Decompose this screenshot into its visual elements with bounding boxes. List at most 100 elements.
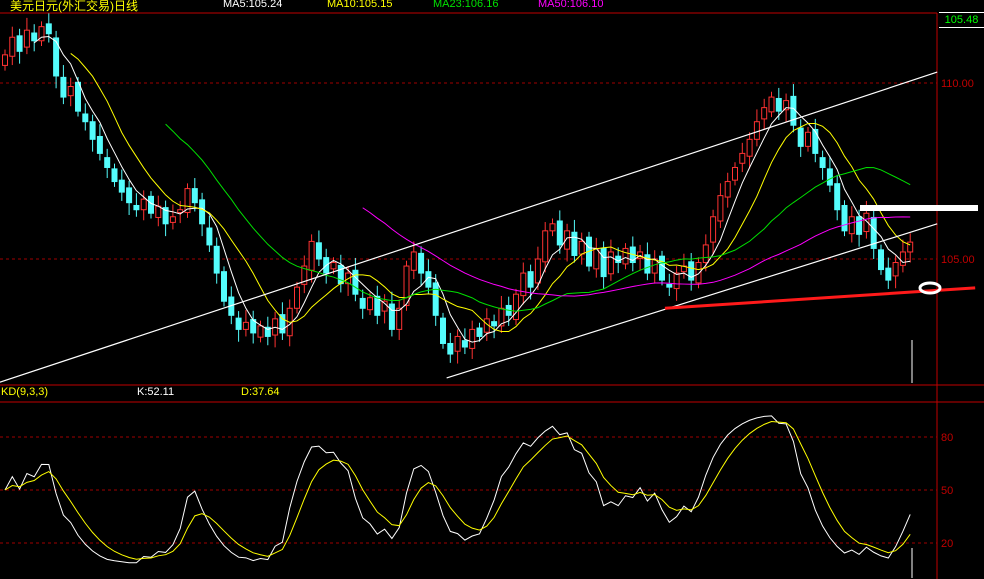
candle-down — [812, 128, 819, 154]
support-trendline — [664, 286, 976, 310]
kd-label: KD(9,3,3) — [1, 386, 49, 398]
candle-down — [476, 327, 483, 337]
candle-up — [899, 251, 906, 266]
candle-down — [461, 340, 468, 348]
candle-up — [308, 240, 315, 271]
ma50-label: MA50:106.10 — [538, 0, 604, 10]
candle-down — [432, 282, 439, 316]
ma23-label: MA23:106.16 — [433, 0, 499, 10]
lower-channel-trendline — [446, 223, 938, 379]
candle-up — [673, 272, 680, 290]
candle-up — [169, 216, 176, 223]
candle-up — [753, 121, 760, 140]
candle-down — [82, 113, 89, 123]
candle-up — [155, 205, 162, 218]
candle-up — [67, 86, 74, 97]
candle-down — [447, 342, 454, 355]
candle-down — [118, 179, 125, 193]
candle-down — [775, 97, 782, 112]
price-tick-label: 105.00 — [941, 254, 975, 266]
candle-up — [410, 251, 417, 271]
candle-up — [732, 166, 738, 181]
candle-up — [381, 300, 388, 312]
candle-down — [388, 303, 395, 330]
kd-tick-label: 80 — [941, 432, 953, 444]
candle-up — [513, 293, 519, 321]
candle-up — [9, 36, 16, 57]
candle-up — [761, 107, 768, 120]
candle-up — [607, 251, 614, 275]
candle-up — [330, 262, 337, 270]
candle-up — [23, 29, 30, 48]
candle-down — [878, 249, 884, 271]
candle-down — [841, 204, 848, 232]
candle-up — [2, 54, 8, 66]
candle-up — [717, 195, 724, 222]
candle-down — [133, 204, 140, 211]
candle-up — [746, 138, 753, 157]
candle-down — [659, 255, 665, 281]
candle-up — [848, 216, 855, 235]
kd-tick-label: 50 — [941, 485, 953, 497]
candle-up — [367, 297, 373, 311]
candle-down — [352, 269, 359, 295]
candle-down — [885, 267, 892, 281]
candle-down — [600, 247, 607, 278]
candle-down — [104, 157, 111, 168]
candle-down — [111, 168, 118, 183]
candle-down — [666, 283, 673, 288]
candle-up — [710, 216, 717, 243]
candle-down — [527, 271, 534, 288]
candle-up — [469, 328, 476, 349]
kd-tick-label: 20 — [941, 538, 953, 550]
candle-up — [739, 152, 746, 164]
ma5-line — [33, 36, 911, 343]
candle-up — [578, 240, 585, 255]
candle-down — [834, 183, 841, 211]
ma5-label: MA5:105.24 — [223, 0, 283, 10]
candle-down — [89, 121, 96, 140]
k-line — [4, 415, 911, 564]
white-marker-bar — [860, 205, 978, 211]
candle-down — [213, 245, 220, 274]
k-value: K:52.11 — [137, 386, 175, 398]
candle-down — [819, 157, 826, 168]
d-value: D:37.64 — [241, 386, 280, 398]
candle-up — [593, 247, 600, 270]
candle-down — [826, 168, 833, 186]
last-price-box: 105.48 — [939, 12, 984, 28]
candle-up — [242, 321, 249, 330]
candle-up — [403, 265, 410, 306]
candle-down — [206, 227, 213, 246]
candle-down — [797, 127, 804, 147]
candle-up — [542, 230, 549, 263]
candle-up — [805, 131, 811, 147]
candle-down — [199, 199, 206, 225]
candle-down — [418, 252, 425, 274]
candle-down — [75, 81, 81, 112]
candle-down — [856, 216, 863, 235]
chart-canvas[interactable]: 110.00 105.00 80 50 20 — [0, 0, 984, 579]
price-tick-label: 110.00 — [941, 78, 974, 90]
candle-down — [31, 32, 38, 42]
candle-up — [534, 258, 541, 284]
candle-down — [315, 242, 322, 260]
candle-down — [235, 317, 242, 330]
candle-up — [454, 335, 461, 352]
candle-up — [549, 223, 556, 232]
candle-up — [892, 262, 899, 277]
candle-down — [60, 76, 67, 98]
candle-up — [396, 307, 403, 330]
candle-down — [440, 317, 446, 344]
candle-up — [294, 286, 300, 309]
candle-down — [191, 188, 198, 204]
candle-down — [45, 23, 52, 35]
candle-down — [491, 321, 498, 327]
candle-up — [177, 209, 184, 214]
candle-up — [907, 241, 914, 253]
chart-title: 美元日元(外汇交易)日线 — [10, 0, 138, 13]
ma50-line — [362, 207, 911, 297]
candle-up — [257, 325, 264, 338]
candle-up — [140, 198, 147, 211]
candle-down — [16, 35, 23, 52]
